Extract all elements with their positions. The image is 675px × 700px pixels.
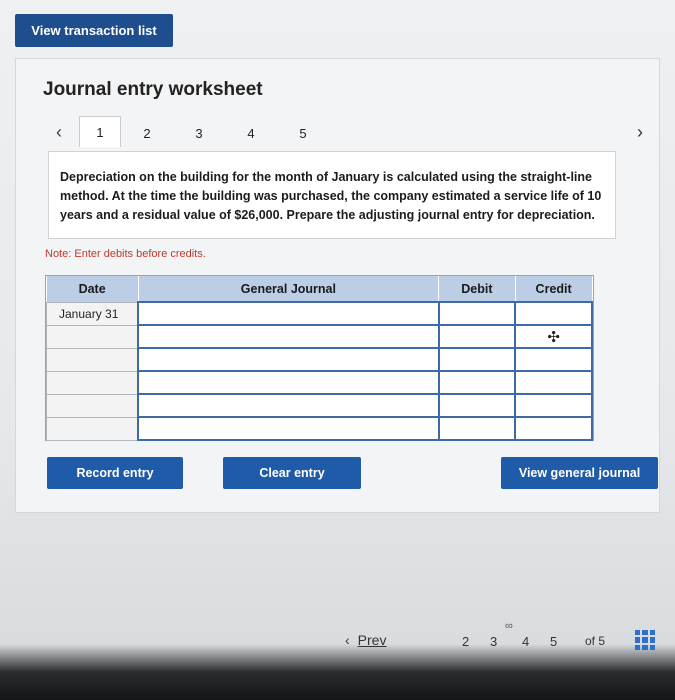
prev-label: Prev: [357, 632, 387, 648]
account-input[interactable]: [137, 393, 440, 418]
credit-input[interactable]: ✣: [514, 324, 593, 349]
journal-worksheet-panel: Journal entry worksheet ‹ 1 2 3 4 5 › De…: [15, 58, 660, 513]
move-cursor-icon: ✣: [547, 328, 560, 346]
grid-menu-icon[interactable]: [635, 630, 655, 650]
credit-input[interactable]: [514, 370, 593, 395]
date-cell: January 31: [46, 301, 139, 326]
view-transaction-list-button[interactable]: View transaction list: [15, 14, 173, 47]
note-prefix: Note:: [45, 248, 72, 260]
page-total: of 5: [585, 634, 606, 648]
tab-3[interactable]: 3: [173, 119, 225, 147]
credit-input[interactable]: [514, 393, 593, 418]
table-row: [46, 347, 593, 372]
entry-note: Note: Enter debits before credits.: [45, 248, 206, 260]
debit-input[interactable]: [437, 301, 517, 326]
worksheet-tabs: ‹ 1 2 3 4 5: [39, 116, 329, 147]
account-input[interactable]: [137, 324, 440, 349]
debit-input[interactable]: [437, 324, 517, 349]
table-row: January 31: [46, 301, 593, 326]
page-4[interactable]: 4: [522, 634, 529, 649]
date-cell: [46, 370, 139, 395]
table-row: [46, 370, 593, 395]
tab-4[interactable]: 4: [225, 119, 277, 147]
header-general-journal: General Journal: [138, 276, 440, 302]
header-debit: Debit: [438, 276, 516, 302]
page-2[interactable]: 2: [462, 634, 469, 649]
page-5[interactable]: 5: [550, 634, 557, 649]
date-cell: [46, 347, 139, 372]
tab-1[interactable]: 1: [79, 116, 121, 147]
credit-input[interactable]: [514, 416, 593, 441]
tab-next-arrow-icon[interactable]: ›: [627, 117, 653, 147]
link-icon: ∞: [505, 620, 513, 632]
account-input[interactable]: [137, 370, 440, 395]
tab-2[interactable]: 2: [121, 119, 173, 147]
tab-prev-arrow-icon[interactable]: ‹: [39, 117, 79, 147]
date-cell: [46, 324, 139, 349]
tab-5[interactable]: 5: [277, 119, 329, 147]
record-entry-button[interactable]: Record entry: [47, 457, 183, 489]
journal-table: Date General Journal Debit Credit Januar…: [45, 275, 594, 441]
clear-entry-button[interactable]: Clear entry: [223, 457, 361, 489]
pagination-footer: ‹ Prev ∞ 2 3 4 5 of 5: [0, 620, 675, 660]
table-row: [46, 416, 593, 441]
date-cell: [46, 393, 139, 418]
prev-link[interactable]: ‹ Prev: [345, 632, 386, 648]
journal-header-row: Date General Journal Debit Credit: [46, 276, 593, 302]
account-input[interactable]: [137, 347, 440, 372]
table-row: [46, 393, 593, 418]
debit-input[interactable]: [437, 416, 517, 441]
credit-input[interactable]: [514, 301, 593, 326]
header-date: Date: [46, 276, 139, 302]
problem-description: Depreciation on the building for the mon…: [48, 151, 616, 239]
account-input[interactable]: [137, 301, 440, 326]
debit-input[interactable]: [437, 393, 517, 418]
credit-input[interactable]: [514, 347, 593, 372]
worksheet-title: Journal entry worksheet: [43, 79, 263, 100]
debit-input[interactable]: [437, 370, 517, 395]
note-text: Enter debits before credits.: [74, 248, 206, 260]
table-row: ✣: [46, 324, 593, 349]
header-credit: Credit: [515, 276, 593, 302]
view-general-journal-button[interactable]: View general journal: [501, 457, 658, 489]
date-cell: [46, 416, 139, 441]
chevron-left-icon: ‹: [345, 632, 350, 648]
page-3[interactable]: 3: [490, 634, 497, 649]
account-input[interactable]: [137, 416, 440, 441]
debit-input[interactable]: [437, 347, 517, 372]
